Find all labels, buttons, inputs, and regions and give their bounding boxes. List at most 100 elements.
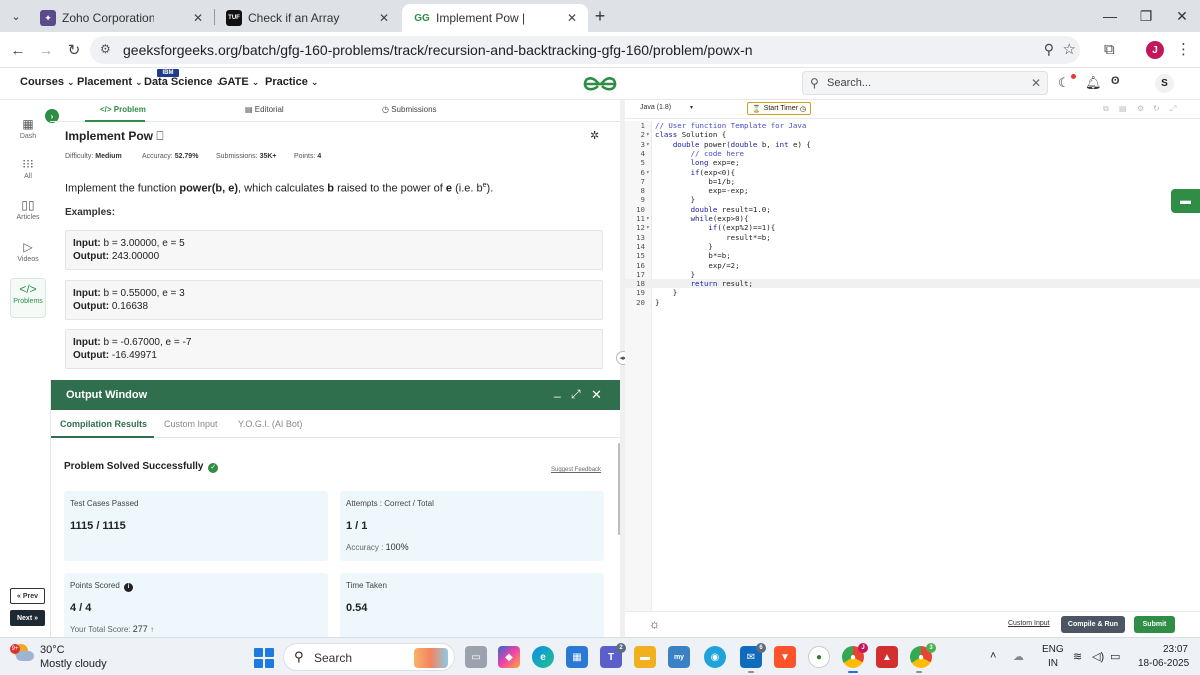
browser-menu-icon[interactable]: ⋮ (1176, 40, 1191, 58)
code-line[interactable]: 19 } (625, 288, 1200, 297)
chat-icon[interactable]: ▬ (1171, 189, 1200, 213)
input-language[interactable]: ENG (1042, 644, 1064, 655)
code-line[interactable]: 15 b*=b; (625, 251, 1200, 260)
task-view-icon[interactable]: ▭ (465, 646, 487, 668)
document-icon[interactable]: ▤ (1119, 104, 1127, 113)
reset-icon[interactable]: ↻ (1153, 104, 1160, 113)
browser-tab-tuf[interactable]: TUF Check if an Array is Sorted - Tu ✕ (214, 4, 400, 32)
code-line[interactable]: 1 // User function Template for Java (625, 121, 1200, 130)
tab-problem[interactable]: </> Problem (100, 105, 146, 114)
code-line[interactable]: 6 ▾ if(exp<0){ (625, 168, 1200, 177)
chrome-icon[interactable]: ● 3 (910, 643, 936, 668)
code-line[interactable]: 8 exp=-exp; (625, 186, 1200, 195)
fold-arrow-icon[interactable]: ▾ (646, 130, 650, 139)
wifi-icon[interactable]: ≋ (1073, 650, 1082, 663)
close-tab-icon[interactable]: ✕ (564, 10, 580, 26)
tab-submissions[interactable]: ◷ Submissions (382, 105, 437, 114)
edge-icon[interactable]: e (532, 646, 554, 668)
microsoft-store-icon[interactable]: ▦ (566, 646, 588, 668)
browser-tab-implement-pow[interactable]: GG Implement Pow | Practice | Gee ✕ (402, 4, 588, 32)
settings-icon[interactable]: ⚙ (1137, 104, 1144, 113)
pdf-reader-icon[interactable]: ▲ (876, 646, 898, 668)
windows-start-icon[interactable] (254, 648, 274, 668)
clock-date[interactable]: 18-06-2025 (1138, 658, 1189, 669)
code-line[interactable]: 13 result*=b; (625, 233, 1200, 242)
chrome-profile-j-icon[interactable]: ● J (842, 643, 868, 668)
tab-editorial[interactable]: ▤ Editorial (245, 105, 284, 114)
sidebar-item-dash[interactable]: ▦ Dash (10, 117, 46, 149)
input-region[interactable]: IN (1048, 658, 1058, 669)
site-search[interactable]: ⚲ ✕ (802, 71, 1048, 95)
tab-custom-input[interactable]: Custom Input (164, 419, 218, 429)
bell-icon[interactable]: 🔔︎ (1085, 75, 1102, 91)
code-line[interactable]: 12 ▾ if((exp%2)==1){ (625, 223, 1200, 232)
minimize-window-icon[interactable]: — (1092, 4, 1128, 28)
menu-data-science[interactable]: Data Science ⌄ (144, 76, 223, 88)
user-avatar[interactable]: S (1155, 74, 1174, 93)
brave-icon[interactable]: ▼ (774, 646, 796, 668)
fold-arrow-icon[interactable]: ▾ (646, 168, 650, 177)
code-line[interactable]: 2 ▾ class Solution { (625, 130, 1200, 139)
copy-icon[interactable]: ⧉ (1103, 104, 1109, 114)
close-tab-icon[interactable]: ✕ (190, 10, 206, 26)
gfg-logo[interactable] (582, 73, 618, 95)
fold-arrow-icon[interactable]: ▾ (646, 223, 650, 232)
new-tab-button[interactable]: + (590, 6, 610, 26)
code-line[interactable]: 7 b=1/b; (625, 177, 1200, 186)
compile-run-button[interactable]: Compile & Run (1061, 616, 1125, 633)
battery-icon[interactable]: ▭ (1110, 650, 1120, 663)
profile-avatar[interactable]: J (1146, 41, 1164, 59)
tab-yogi-ai-bot[interactable]: Y.O.G.I. (AI Bot) (238, 419, 302, 429)
copilot-icon[interactable]: ◆ (498, 646, 520, 668)
prev-problem-button[interactable]: « Prev (10, 588, 45, 604)
clear-search-icon[interactable]: ✕ (1031, 76, 1041, 90)
close-icon[interactable]: ✕ (591, 387, 602, 403)
close-window-icon[interactable]: ✕ (1164, 4, 1200, 28)
suggest-feedback-link[interactable]: Suggest Feedback (551, 467, 601, 473)
start-timer-button[interactable]: ⌛ Start Timer ◷ (747, 102, 811, 115)
myapp-icon[interactable]: my (668, 646, 690, 668)
submit-button[interactable]: Submit (1134, 616, 1175, 633)
language-select[interactable]: Java (1.8) ▾ (640, 104, 700, 111)
sidebar-item-videos[interactable]: ▷ Videos (10, 240, 46, 272)
taskbar-search[interactable]: ⚲ Search (283, 643, 455, 671)
code-line[interactable]: 18 return result; (625, 279, 1200, 289)
weather-description[interactable]: Mostly cloudy (40, 658, 107, 670)
extensions-icon[interactable]: ⧉ (1104, 41, 1115, 58)
fold-arrow-icon[interactable]: ▾ (646, 140, 650, 149)
vpn-icon[interactable]: ● (808, 646, 830, 668)
bookmark-icon[interactable]: ⎕ (156, 129, 163, 143)
bookmark-star-icon[interactable]: ☆ (1063, 40, 1076, 58)
teams-icon[interactable]: T2 (600, 643, 626, 668)
code-line[interactable]: 11 ▾ while(exp>0){ (625, 214, 1200, 223)
report-bug-icon[interactable]: ✲ (590, 129, 599, 142)
reload-button[interactable]: ↻ (62, 38, 86, 62)
code-line[interactable]: 20} (625, 298, 1200, 307)
menu-courses[interactable]: Courses ⌄ (20, 76, 75, 88)
forward-button[interactable]: → (34, 38, 58, 62)
url-text[interactable]: geeksforgeeks.org/batch/gfg-160-problems… (123, 42, 753, 58)
clock-time[interactable]: 23:07 (1158, 644, 1188, 655)
code-line[interactable]: 3 ▾ double power(double b, int e) { (625, 140, 1200, 149)
chevron-up-icon[interactable]: ˄ (990, 650, 996, 662)
zoom-icon[interactable]: ⚲ (1044, 41, 1054, 58)
next-problem-button[interactable]: Next » (10, 610, 45, 626)
code-line[interactable]: 16 exp/=2; (625, 261, 1200, 270)
tab-search-icon[interactable]: ⌄ (6, 6, 26, 26)
menu-placement[interactable]: Placement ⌄ (77, 76, 143, 88)
file-explorer-icon[interactable]: ▬ (634, 646, 656, 668)
info-icon[interactable]: i (124, 583, 134, 592)
code-line[interactable]: 17 } (625, 270, 1200, 279)
close-tab-icon[interactable]: ✕ (376, 10, 392, 26)
site-info-icon[interactable]: ⚙ (100, 42, 111, 56)
menu-gate[interactable]: GATE ⌄ (219, 76, 259, 88)
minimize-icon[interactable]: _ (554, 384, 561, 398)
fullscreen-icon[interactable]: ⤢ (1170, 104, 1176, 114)
fold-arrow-icon[interactable]: ▾ (646, 214, 650, 223)
code-line[interactable]: 14 } (625, 242, 1200, 251)
weather-icon[interactable]: 9+ (10, 644, 34, 666)
back-button[interactable]: ← (6, 38, 30, 62)
theme-toggle-icon[interactable]: ☼ (649, 617, 660, 631)
app-circle-icon[interactable]: ◉ (704, 646, 726, 668)
sidebar-item-articles[interactable]: ▯▯ Articles (10, 198, 46, 230)
